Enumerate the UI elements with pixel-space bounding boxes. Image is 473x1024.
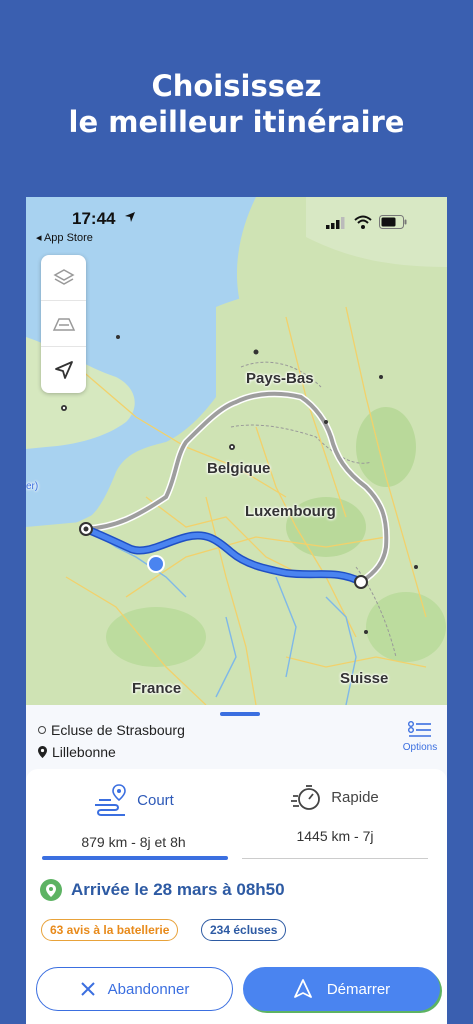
origin-ring-icon (38, 726, 46, 734)
tab-rapide[interactable]: Rapide 1445 km - 7j (240, 783, 430, 853)
layers-button[interactable] (41, 255, 86, 301)
rapide-label: Rapide (331, 788, 379, 806)
navigation-arrow-icon (54, 361, 73, 379)
terrain-button[interactable] (41, 301, 86, 347)
status-time: 17:44 (72, 209, 116, 228)
court-label: Court (137, 791, 174, 809)
back-to-app-store-link[interactable]: ◂ App Store (36, 231, 93, 244)
cellular-signal-icon (326, 217, 345, 229)
tab-court-indicator (42, 856, 228, 860)
route-details-card: Court 879 km - 8j et 8h Rapide 1445 km -… (26, 769, 447, 1024)
headline: Choisissez le meilleur itinéraire (0, 68, 473, 140)
headline-line-2: le meilleur itinéraire (68, 105, 405, 139)
stopwatch-icon (291, 785, 321, 810)
location-pin-icon (40, 879, 62, 901)
map-label-france: France (132, 680, 182, 697)
options-icon (408, 721, 431, 737)
pin-icon (38, 746, 47, 758)
location-arrow-icon (125, 212, 135, 222)
map-controls (41, 255, 86, 393)
options-label: Options (402, 742, 438, 753)
tab-court[interactable]: Court 879 km - 8j et 8h (36, 783, 231, 853)
route-origin-label: Ecluse de Strasbourg (51, 722, 185, 738)
rapide-detail: 1445 km - 7j (296, 828, 374, 844)
route-panel: Ecluse de Strasbourg Lillebonne Options (26, 705, 447, 1024)
recenter-button[interactable] (41, 347, 86, 393)
map-label-belgique: Belgique (207, 460, 271, 477)
status-bar: 17:44 ◂ App Store (26, 197, 447, 247)
navigation-icon (293, 979, 312, 998)
start-label: Démarrer (326, 980, 391, 998)
route-destination[interactable]: Lillebonne (38, 744, 116, 760)
route-destination-label: Lillebonne (52, 744, 116, 760)
map-background (26, 197, 447, 705)
short-route-icon (95, 784, 126, 816)
map-label-edge: er) (26, 481, 39, 492)
close-icon (80, 982, 95, 996)
battery-icon (379, 215, 407, 229)
sheet-grabber[interactable] (220, 712, 260, 716)
tab-rapide-indicator (242, 858, 428, 859)
court-detail: 879 km - 8j et 8h (81, 834, 186, 850)
start-button[interactable]: Démarrer (243, 967, 440, 1011)
map-label-pays-bas: Pays-Bas (246, 370, 314, 387)
headline-line-1: Choisissez (151, 69, 322, 103)
map-view[interactable]: 17:44 ◂ App Store Pays-Bas Belgique Luxe… (26, 197, 447, 705)
options-button[interactable]: Options (400, 721, 440, 753)
abandon-button[interactable]: Abandonner (36, 967, 233, 1011)
map-label-suisse: Suisse (340, 670, 389, 687)
map-label-luxembourg: Luxembourg (245, 503, 336, 520)
arrival-text: Arrivée le 28 mars à 08h50 (71, 880, 285, 899)
wifi-icon (354, 215, 372, 229)
phone-screen: 17:44 ◂ App Store Pays-Bas Belgique Luxe… (26, 197, 447, 1024)
avis-batellerie-chip[interactable]: 63 avis à la batellerie (41, 919, 179, 941)
abandon-label: Abandonner (107, 980, 190, 998)
terrain-icon (52, 317, 75, 331)
ecluses-chip[interactable]: 234 écluses (201, 919, 287, 941)
layers-icon (52, 268, 75, 285)
arrival-info: Arrivée le 28 mars à 08h50 (40, 879, 285, 901)
route-origin[interactable]: Ecluse de Strasbourg (38, 722, 185, 738)
